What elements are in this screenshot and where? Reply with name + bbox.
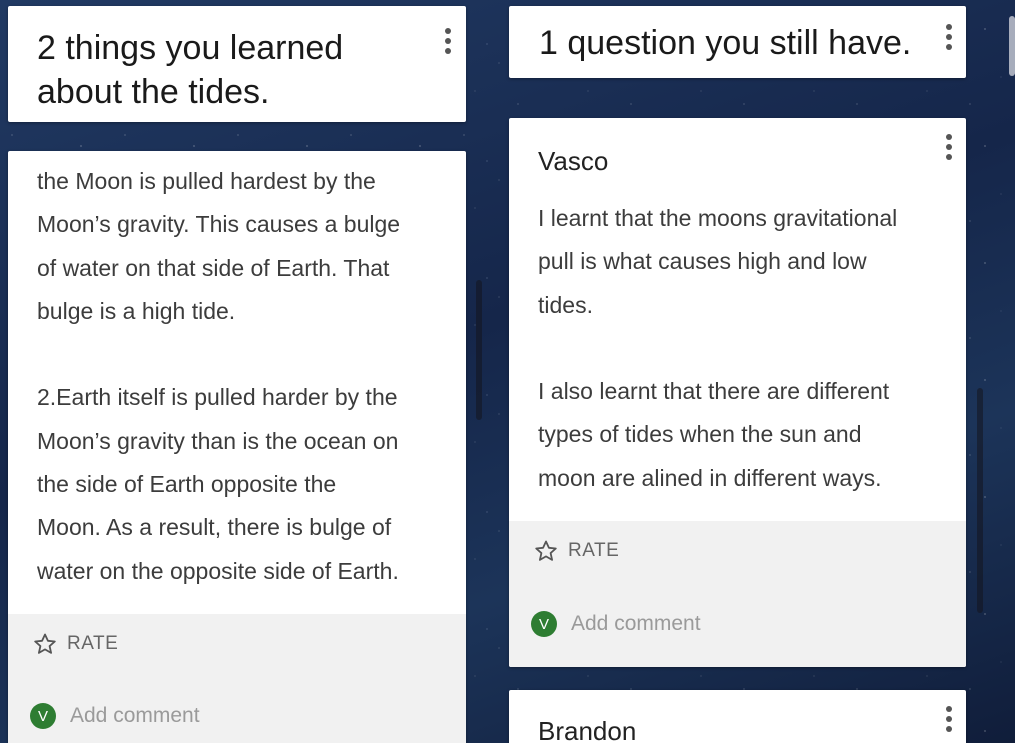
column-title: 1 question you still have. [539,24,912,62]
post-options-kebab-icon[interactable] [945,134,953,160]
post-options-kebab-icon[interactable] [945,706,953,732]
add-comment-field[interactable]: V Add comment [531,611,701,637]
add-comment-placeholder: Add comment [70,704,200,727]
post-card[interactable]: Brandon [509,690,966,743]
column-header-card-question: 1 question you still have. [509,6,966,78]
column-options-kebab-icon[interactable] [444,28,452,54]
star-outline-icon [535,540,557,561]
avatar: V [531,611,557,637]
rate-label: RATE [568,540,620,561]
star-outline-icon [34,633,56,654]
column-header-card-learned: 2 things you learned about the tides. [8,6,466,122]
post-author: Vasco [538,146,609,176]
column-scrollbar[interactable] [476,280,482,420]
rate-label: RATE [67,633,119,654]
column-options-kebab-icon[interactable] [945,24,953,50]
post-body: I learnt that the moons gravitational pu… [538,205,898,491]
post-footer: RATE V Add comment [8,614,466,743]
rate-button[interactable]: RATE [534,539,619,563]
page-scrollbar[interactable] [1009,16,1015,76]
post-body: the Moon is pulled hardest by the Moon’s… [37,168,401,584]
post-card[interactable]: Vasco I learnt that the moons gravitatio… [509,118,966,667]
rate-button[interactable]: RATE [33,632,118,656]
post-card[interactable]: the Moon is pulled hardest by the Moon’s… [8,151,466,743]
column-title: 2 things you learned about the tides. [37,29,344,111]
add-comment-placeholder: Add comment [571,612,701,635]
avatar: V [30,703,56,729]
post-footer: RATE V Add comment [509,521,966,667]
post-author: Brandon [538,716,637,743]
column-scrollbar[interactable] [977,388,983,613]
add-comment-field[interactable]: V Add comment [30,703,200,729]
